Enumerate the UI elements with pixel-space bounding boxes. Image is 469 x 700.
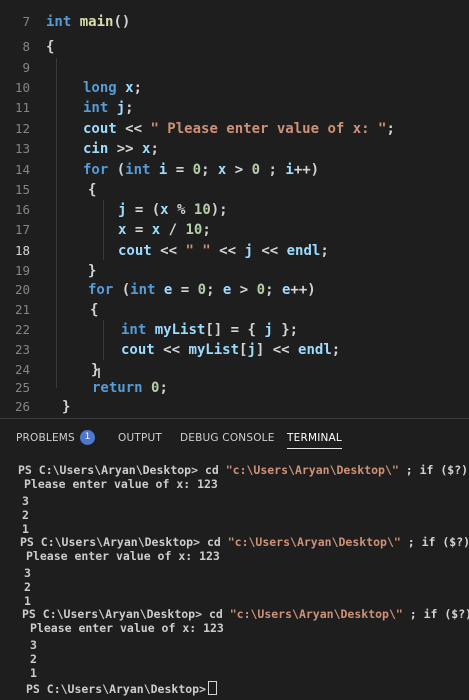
terminal-line: PS C:\Users\Aryan\Desktop> cd "c:\Users\… [20,535,469,549]
terminal-line: PS C:\Users\Aryan\Desktop> cd "c:\Users\… [18,463,469,477]
text-cursor [98,368,100,378]
tab-debug-console[interactable]: DEBUG CONSOLE [180,430,275,446]
terminal-line: 2 [24,580,31,594]
code-line: { [88,182,97,198]
terminal-cursor [208,681,218,695]
line-number: 7 [22,14,30,29]
line-number: 19 [14,263,30,278]
line-number: 23 [14,342,30,357]
tab-output[interactable]: OUTPUT [118,430,162,446]
code-line: } [88,263,97,279]
code-line: { [46,39,55,55]
terminal-line: 3 [22,494,29,508]
line-number: 15 [14,182,30,197]
line-number-gutter: 7 8 9 10 11 12 13 14 15 16 17 18 19 20 2… [0,0,40,418]
line-number: 13 [14,141,30,156]
indent-guide [56,58,57,388]
terminal-prompt-line: PS C:\Users\Aryan\Desktop> [26,681,218,696]
code-line: for (int e = 0; e > 0; e++) [88,282,316,298]
line-number: 26 [14,399,30,414]
line-number: 22 [14,322,30,337]
line-number: 14 [14,162,30,177]
line-number: 11 [14,100,30,115]
terminal-line: PS C:\Users\Aryan\Desktop> cd "c:\Users\… [22,607,469,621]
line-number-active: 18 [14,243,30,258]
code-line: int j; [83,100,134,116]
terminal-line: Please enter value of x: 123 [30,621,224,635]
code-line: int myList[] = { j }; [121,322,299,338]
terminal-line: 3 [30,638,37,652]
code-line: long x; [83,80,143,96]
terminal-line: 2 [30,652,37,666]
bottom-panel: PROBLEMS 1 OUTPUT DEBUG CONSOLE TERMINAL… [0,418,469,700]
code-line: int main() [46,14,131,30]
line-number: 17 [14,222,30,237]
line-number: 21 [14,302,30,317]
problems-count-badge: 1 [80,430,95,445]
indent-guide [103,200,104,260]
terminal-line: 2 [22,508,29,522]
code-line: cout << " Please enter value of x: "; [83,121,395,137]
line-number: 10 [14,80,30,95]
code-line: cout << myList[j] << endl; [121,342,341,358]
line-number: 16 [14,202,30,217]
terminal-line: 3 [24,566,31,580]
line-number: 25 [14,380,30,395]
terminal-line: 1 [22,522,29,536]
tab-terminal[interactable]: TERMINAL [287,430,342,449]
code-line: cout << " " << j << endl; [118,243,329,259]
line-number: 8 [22,39,30,54]
code-line: return 0; [92,380,168,396]
indent-guide [103,320,104,360]
tab-problems[interactable]: PROBLEMS [16,430,75,446]
code-line: for (int i = 0; x > 0 ; i++) [83,162,320,178]
code-line: x = x / 10; [118,222,211,238]
line-number: 20 [14,282,30,297]
line-number: 12 [14,121,30,136]
panel-tab-bar: PROBLEMS 1 OUTPUT DEBUG CONSOLE TERMINAL [0,419,469,455]
terminal-line: Please enter value of x: 123 [26,549,220,563]
code-line: } [62,399,71,415]
code-line: j = (x % 10); [118,202,228,218]
code-editor[interactable]: 7 8 9 10 11 12 13 14 15 16 17 18 19 20 2… [0,0,469,418]
terminal-line: Please enter value of x: 123 [24,477,218,491]
line-number: 9 [22,60,30,75]
line-number: 24 [14,362,30,377]
vscode-window: 7 8 9 10 11 12 13 14 15 16 17 18 19 20 2… [0,0,469,700]
terminal-line: 1 [30,666,37,680]
terminal-line: 1 [24,594,31,608]
code-line: { [90,302,99,318]
code-line: cin >> x; [83,141,159,157]
